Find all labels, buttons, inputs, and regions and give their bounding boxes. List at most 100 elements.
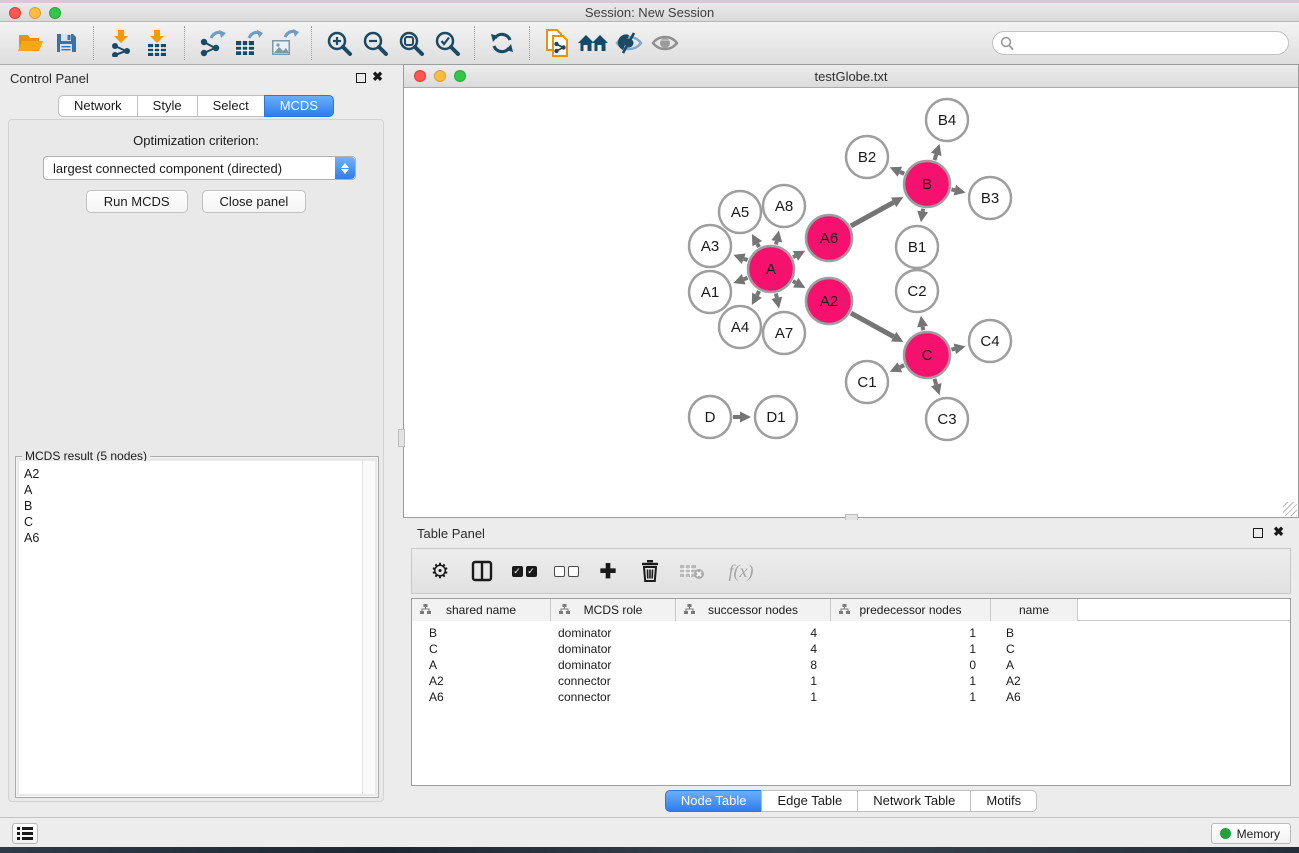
show-graphics-details-icon[interactable] xyxy=(647,25,683,61)
home-views-icon[interactable] xyxy=(575,25,611,61)
result-item[interactable]: A6 xyxy=(19,530,375,546)
tab-node-table[interactable]: Node Table xyxy=(665,790,763,812)
edge-C-C2[interactable] xyxy=(923,327,924,331)
table-float-panel-icon[interactable] xyxy=(1253,528,1263,538)
zoom-in-icon[interactable] xyxy=(321,25,357,61)
node-table[interactable]: shared nameMCDS rolesuccessor nodesprede… xyxy=(411,598,1291,786)
table-cell[interactable]: dominator xyxy=(551,657,676,673)
table-cell[interactable]: connector xyxy=(551,673,676,689)
search-input[interactable] xyxy=(1019,33,1279,53)
table-cell[interactable]: 4 xyxy=(676,625,831,641)
add-row-icon[interactable]: ✚ xyxy=(594,557,622,585)
edge-C-C4[interactable] xyxy=(951,349,954,350)
deselect-all-checks-icon[interactable] xyxy=(552,557,580,585)
tab-select[interactable]: Select xyxy=(197,95,265,117)
import-network-icon[interactable] xyxy=(103,25,139,61)
table-cell[interactable]: A xyxy=(412,657,551,673)
export-image-icon[interactable] xyxy=(266,25,302,61)
result-item[interactable]: B xyxy=(19,498,375,514)
edge-A-A7[interactable] xyxy=(776,293,777,297)
network-window-titlebar[interactable]: testGlobe.txt xyxy=(404,65,1298,88)
edge-A-A2[interactable] xyxy=(793,281,796,283)
hide-labels-icon[interactable] xyxy=(611,25,647,61)
table-cell[interactable]: A xyxy=(991,657,1078,673)
edge-C-C3[interactable] xyxy=(934,379,936,385)
table-cell[interactable]: A6 xyxy=(991,689,1078,705)
save-session-icon[interactable] xyxy=(48,25,84,61)
table-cell[interactable]: A2 xyxy=(991,673,1078,689)
edge-A-A6[interactable] xyxy=(793,256,795,257)
memory-button[interactable]: Memory xyxy=(1211,823,1291,844)
table-cell[interactable]: C xyxy=(991,641,1078,657)
result-scrollbar[interactable] xyxy=(362,461,375,794)
table-row[interactable]: Adominator80A xyxy=(412,657,1290,673)
edge-A-A3[interactable] xyxy=(744,259,748,260)
column-header-predecessor-nodes[interactable]: predecessor nodes xyxy=(831,599,991,621)
edge-C-C1[interactable] xyxy=(900,365,904,367)
table-options-gear-icon[interactable]: ⚙ xyxy=(426,557,454,585)
table-cell[interactable]: 1 xyxy=(831,689,991,705)
close-panel-button[interactable]: Close panel xyxy=(202,190,307,213)
show-columns-icon[interactable] xyxy=(468,557,496,585)
table-cell[interactable]: B xyxy=(412,625,551,641)
tab-mcds[interactable]: MCDS xyxy=(264,95,334,117)
table-cell[interactable]: 1 xyxy=(676,689,831,705)
result-item[interactable]: C xyxy=(19,514,375,530)
edge-B-B2[interactable] xyxy=(900,172,904,174)
zoom-fit-icon[interactable] xyxy=(393,25,429,61)
export-network-icon[interactable] xyxy=(194,25,230,61)
open-session-icon[interactable] xyxy=(12,25,48,61)
table-cell[interactable]: 8 xyxy=(676,657,831,673)
tab-network-table[interactable]: Network Table xyxy=(857,790,971,812)
edge-A6-B[interactable] xyxy=(851,202,894,226)
export-table-icon[interactable] xyxy=(230,25,266,61)
table-close-panel-icon[interactable]: ✖ xyxy=(1273,524,1284,540)
table-row[interactable]: A6connector11A6 xyxy=(412,689,1290,705)
edge-A-A8[interactable] xyxy=(776,241,777,244)
run-mcds-button[interactable]: Run MCDS xyxy=(86,190,188,213)
table-cell[interactable]: connector xyxy=(551,689,676,705)
edge-A-A4[interactable] xyxy=(757,291,759,295)
zoom-selected-icon[interactable] xyxy=(429,25,465,61)
table-cell[interactable]: 0 xyxy=(831,657,991,673)
vertical-splitter-handle[interactable] xyxy=(398,429,405,447)
close-panel-icon[interactable]: ✖ xyxy=(372,69,383,85)
criterion-select[interactable]: largest connected component (directed) xyxy=(43,156,356,180)
task-history-button[interactable] xyxy=(12,823,38,844)
table-row[interactable]: Cdominator41C xyxy=(412,641,1290,657)
refresh-layout-icon[interactable] xyxy=(484,25,520,61)
search-field[interactable] xyxy=(992,31,1289,55)
column-header-shared-name[interactable]: shared name xyxy=(412,599,551,621)
table-cell[interactable]: A2 xyxy=(412,673,551,689)
edge-A-A5[interactable] xyxy=(757,244,759,247)
table-cell[interactable]: B xyxy=(991,625,1078,641)
zoom-out-icon[interactable] xyxy=(357,25,393,61)
table-cell[interactable]: A6 xyxy=(412,689,551,705)
import-table-icon[interactable] xyxy=(139,25,175,61)
table-cell[interactable]: 1 xyxy=(831,641,991,657)
window-resize-grip[interactable] xyxy=(1283,502,1297,516)
tab-network[interactable]: Network xyxy=(58,95,138,117)
result-item[interactable]: A xyxy=(19,482,375,498)
column-header-name[interactable]: name xyxy=(991,599,1078,621)
select-all-checks-icon[interactable]: ✓✓ xyxy=(510,557,538,585)
table-row[interactable]: Bdominator41B xyxy=(412,625,1290,641)
tab-style[interactable]: Style xyxy=(137,95,198,117)
clone-network-icon[interactable] xyxy=(539,25,575,61)
select-stepper-icon[interactable] xyxy=(335,157,355,179)
table-cell[interactable]: 1 xyxy=(831,625,991,641)
column-header-MCDS-role[interactable]: MCDS role xyxy=(551,599,676,621)
network-canvas[interactable]: B4B2BB3A5A8A6B1A3AC2A1A2A4A7C4CC1DD1C3 xyxy=(404,88,1298,517)
mcds-result-list[interactable]: A2ABCA6 xyxy=(19,461,375,794)
table-cell[interactable]: dominator xyxy=(551,641,676,657)
edge-B-B3[interactable] xyxy=(951,189,954,190)
table-cell[interactable]: 1 xyxy=(676,673,831,689)
float-panel-icon[interactable] xyxy=(356,73,366,83)
edge-B-B4[interactable] xyxy=(934,154,936,160)
edge-A2-C[interactable] xyxy=(851,313,894,337)
table-cell[interactable]: C xyxy=(412,641,551,657)
edge-A-A1[interactable] xyxy=(744,278,748,279)
delete-row-icon[interactable] xyxy=(636,557,664,585)
table-cell[interactable]: 1 xyxy=(831,673,991,689)
tab-edge-table[interactable]: Edge Table xyxy=(761,790,858,812)
